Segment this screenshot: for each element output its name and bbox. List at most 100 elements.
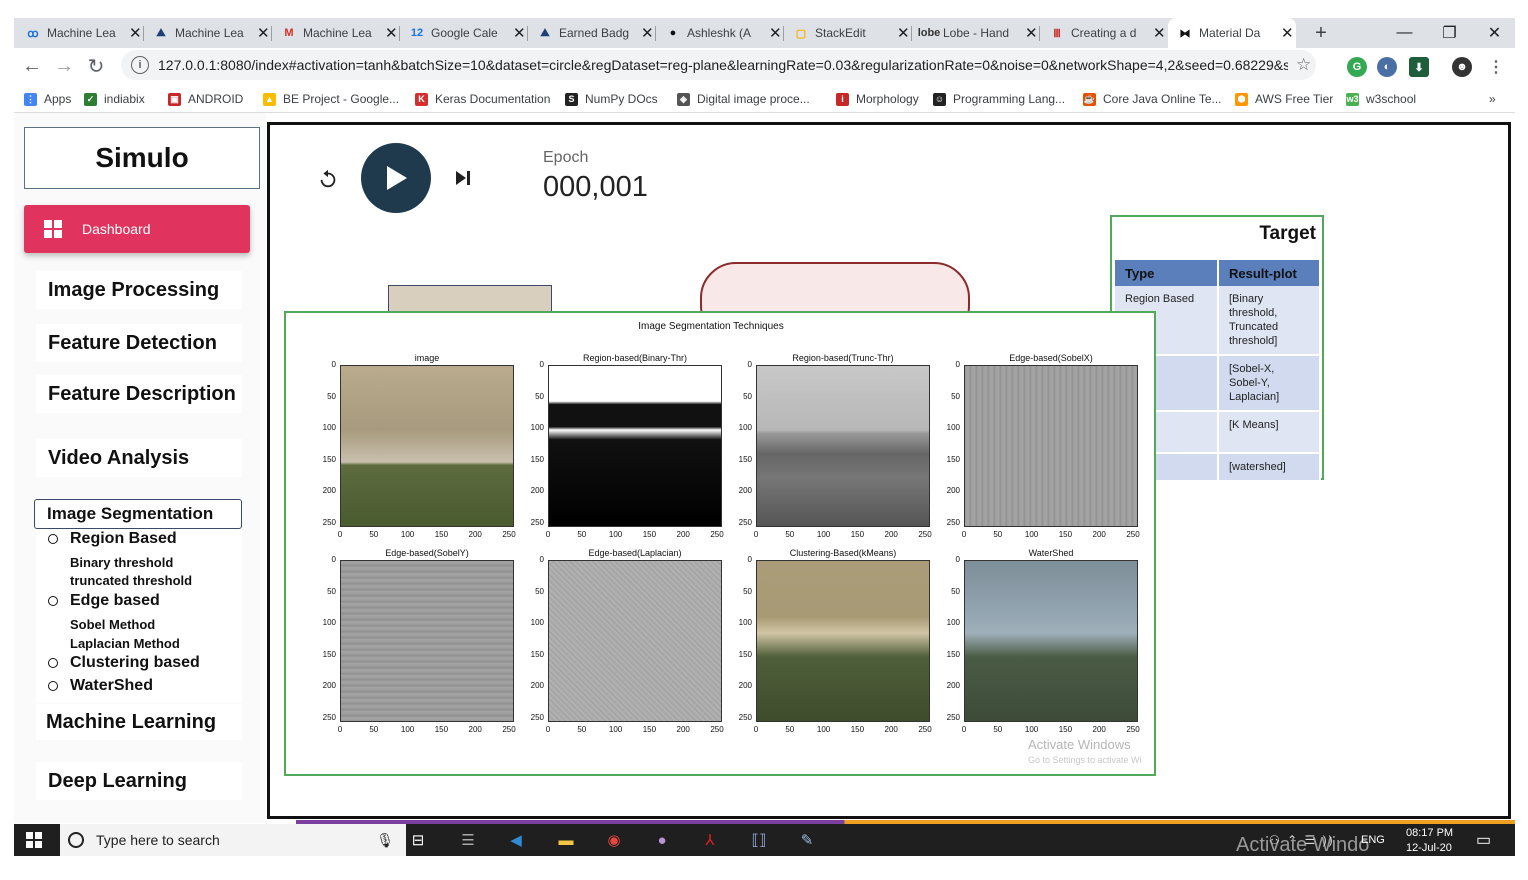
tab-7[interactable]: ▢ StackEdit ✕ xyxy=(784,18,912,48)
address-bar[interactable]: i 127.0.0.1:8080/index#activation=tanh&b… xyxy=(121,50,1316,80)
database-icon[interactable]: ☰ xyxy=(458,830,478,850)
clock-time[interactable]: 08:17 PM xyxy=(1406,827,1453,839)
reset-icon[interactable] xyxy=(316,167,340,191)
submenu-label: Clustering based xyxy=(70,654,200,671)
nav-deep-learning[interactable]: Deep Learning xyxy=(36,762,242,800)
site-info-icon[interactable]: i xyxy=(131,56,149,74)
submenu-truncated-threshold[interactable]: truncated threshold xyxy=(70,573,192,588)
minimize-button[interactable]: — xyxy=(1382,18,1427,48)
tab-8[interactable]: lobe Lobe - Hand ✕ xyxy=(912,18,1040,48)
app-bracket-icon[interactable]: ⟦⟧ xyxy=(749,830,769,850)
nav-machine-learning[interactable]: Machine Learning xyxy=(36,704,242,740)
bookmark-label: Digital image proce... xyxy=(697,92,810,106)
reload-icon[interactable]: ↻ xyxy=(84,54,108,78)
bookmark-star-icon[interactable]: ☆ xyxy=(1296,55,1311,75)
nav-feature-description[interactable]: Feature Description xyxy=(36,375,242,413)
taskbar-search[interactable]: Type here to search 🎙 xyxy=(60,824,406,856)
submenu-region-based[interactable]: Region Based xyxy=(48,529,177,549)
tab-2[interactable]: ⛰ Machine Lea ✕ xyxy=(144,18,272,48)
vscode-icon[interactable]: ◀ xyxy=(506,830,526,850)
bookmark-item[interactable]: ⬢ AWS Free Tier xyxy=(1235,86,1333,112)
panel-title: Edge-based(SobelX) xyxy=(1009,353,1093,363)
nav-video-analysis[interactable]: Video Analysis xyxy=(36,439,242,477)
tab-5[interactable]: ⛰ Earned Badg ✕ xyxy=(528,18,656,48)
task-view-icon[interactable]: ⊟ xyxy=(408,830,428,850)
bookmark-item[interactable]: ▲ BE Project - Google... xyxy=(263,86,399,112)
bookmark-item[interactable]: w3 w3school xyxy=(1346,86,1416,112)
y-tick-label: 200 xyxy=(322,681,336,691)
grammarly-icon[interactable]: G xyxy=(1347,57,1367,77)
submenu-binary-threshold[interactable]: Binary threshold xyxy=(70,555,173,570)
language-indicator[interactable]: ENG xyxy=(1361,834,1385,846)
tab-title: Earned Badg xyxy=(559,26,630,40)
tab-6[interactable]: ● Ashleshk (A ✕ xyxy=(656,18,784,48)
submenu-clustering[interactable]: Clustering based xyxy=(48,653,200,673)
bookmark-item[interactable]: K Keras Documentation xyxy=(415,86,550,112)
windows-start-icon[interactable] xyxy=(24,830,44,850)
bookmark-label: Core Java Online Te... xyxy=(1103,92,1222,106)
bookmark-item[interactable]: i Morphology xyxy=(836,86,919,112)
step-forward-icon[interactable] xyxy=(452,167,474,189)
bookmark-item[interactable]: ☕ Core Java Online Te... xyxy=(1083,86,1222,112)
profile-avatar[interactable]: ☻ xyxy=(1452,57,1472,77)
segmentation-panel: WaterShed 0 50 100 150 200 250 0 50 100 150 200 250 xyxy=(926,548,1140,743)
tab-3[interactable]: M Machine Lea ✕ xyxy=(272,18,400,48)
paint-icon[interactable]: ✎ xyxy=(797,830,817,850)
circle-bullet-icon xyxy=(48,534,58,544)
x-tick-label: 150 xyxy=(1058,725,1073,734)
acrobat-icon[interactable]: ⅄ xyxy=(700,830,720,850)
tab-close-icon[interactable]: ✕ xyxy=(1281,24,1294,42)
download-extension-icon[interactable]: ⬇ xyxy=(1409,57,1429,77)
new-tab-button[interactable]: + xyxy=(1306,18,1336,48)
menu-kebab-icon[interactable]: ⋮ xyxy=(1486,57,1506,77)
submenu-edge-based[interactable]: Edge based xyxy=(48,591,160,611)
tab-title: StackEdit xyxy=(815,26,866,40)
microphone-icon[interactable]: 🎙 xyxy=(376,832,394,849)
bookmark-item[interactable]: ⋮ Apps xyxy=(24,86,71,112)
tab-close-icon[interactable]: ✕ xyxy=(385,24,398,42)
bookmark-item[interactable]: ✓ indiabix xyxy=(84,86,145,112)
close-window-button[interactable]: ✕ xyxy=(1472,18,1517,48)
notification-icon[interactable]: ▭ xyxy=(1476,830,1491,850)
nav-image-segmentation[interactable]: Image Segmentation xyxy=(34,499,242,529)
extension-icon[interactable]: ◐ xyxy=(1377,57,1397,77)
chrome-icon[interactable]: ◉ xyxy=(604,830,624,850)
nav-feature-detection[interactable]: Feature Detection xyxy=(36,324,242,362)
file-explorer-icon[interactable]: ▬ xyxy=(556,830,576,850)
system-tray-icons[interactable]: ⚇ ⌃ ☰ )) xyxy=(1269,833,1335,847)
submenu-label: WaterShed xyxy=(70,677,153,694)
dashboard-button[interactable]: Dashboard xyxy=(24,205,250,253)
submenu-laplacian[interactable]: Laplacian Method xyxy=(70,636,180,651)
maximize-button[interactable]: ❐ xyxy=(1427,18,1472,48)
x-tick-label: 150 xyxy=(642,530,657,539)
bookmark-item[interactable]: ☺ Programming Lang... xyxy=(933,86,1065,112)
tab-close-icon[interactable]: ✕ xyxy=(257,24,270,42)
play-button[interactable] xyxy=(361,143,431,213)
tab-close-icon[interactable]: ✕ xyxy=(129,24,142,42)
tab-10[interactable]: ⧓ Material Da ✕ xyxy=(1168,18,1296,48)
circle-bullet-icon xyxy=(48,596,58,606)
clock-date[interactable]: 12-Jul-20 xyxy=(1406,842,1452,854)
bookmark-item[interactable]: ◈ Digital image proce... xyxy=(677,86,810,112)
y-tick-label: 150 xyxy=(946,649,960,659)
submenu-watershed[interactable]: WaterShed xyxy=(48,676,153,696)
y-tick-label: 100 xyxy=(530,618,544,628)
tab-close-icon[interactable]: ✕ xyxy=(1153,24,1166,42)
github-desktop-icon[interactable]: ● xyxy=(652,830,672,850)
bookmarks-more-button[interactable]: » xyxy=(1489,86,1496,112)
tab-9[interactable]: Ⅲ Creating a d ✕ xyxy=(1040,18,1168,48)
activate-windows-watermark: Activate Windows xyxy=(1028,737,1131,752)
forward-arrow-icon[interactable]: → xyxy=(52,54,76,78)
tab-close-icon[interactable]: ✕ xyxy=(769,24,782,42)
tab-close-icon[interactable]: ✕ xyxy=(1025,24,1038,42)
tab-close-icon[interactable]: ✕ xyxy=(513,24,526,42)
bookmark-item[interactable]: ▣ ANDROID xyxy=(168,86,243,112)
tab-4[interactable]: 12 Google Cale ✕ xyxy=(400,18,528,48)
tab-close-icon[interactable]: ✕ xyxy=(897,24,910,42)
tab-close-icon[interactable]: ✕ xyxy=(641,24,654,42)
back-arrow-icon[interactable]: ← xyxy=(20,54,44,78)
bookmark-item[interactable]: S NumPy DOcs xyxy=(565,86,658,112)
nav-image-processing[interactable]: Image Processing xyxy=(36,271,242,309)
tab-1[interactable]: ꝏ Machine Lea ✕ xyxy=(16,18,144,48)
submenu-sobel[interactable]: Sobel Method xyxy=(70,617,155,632)
